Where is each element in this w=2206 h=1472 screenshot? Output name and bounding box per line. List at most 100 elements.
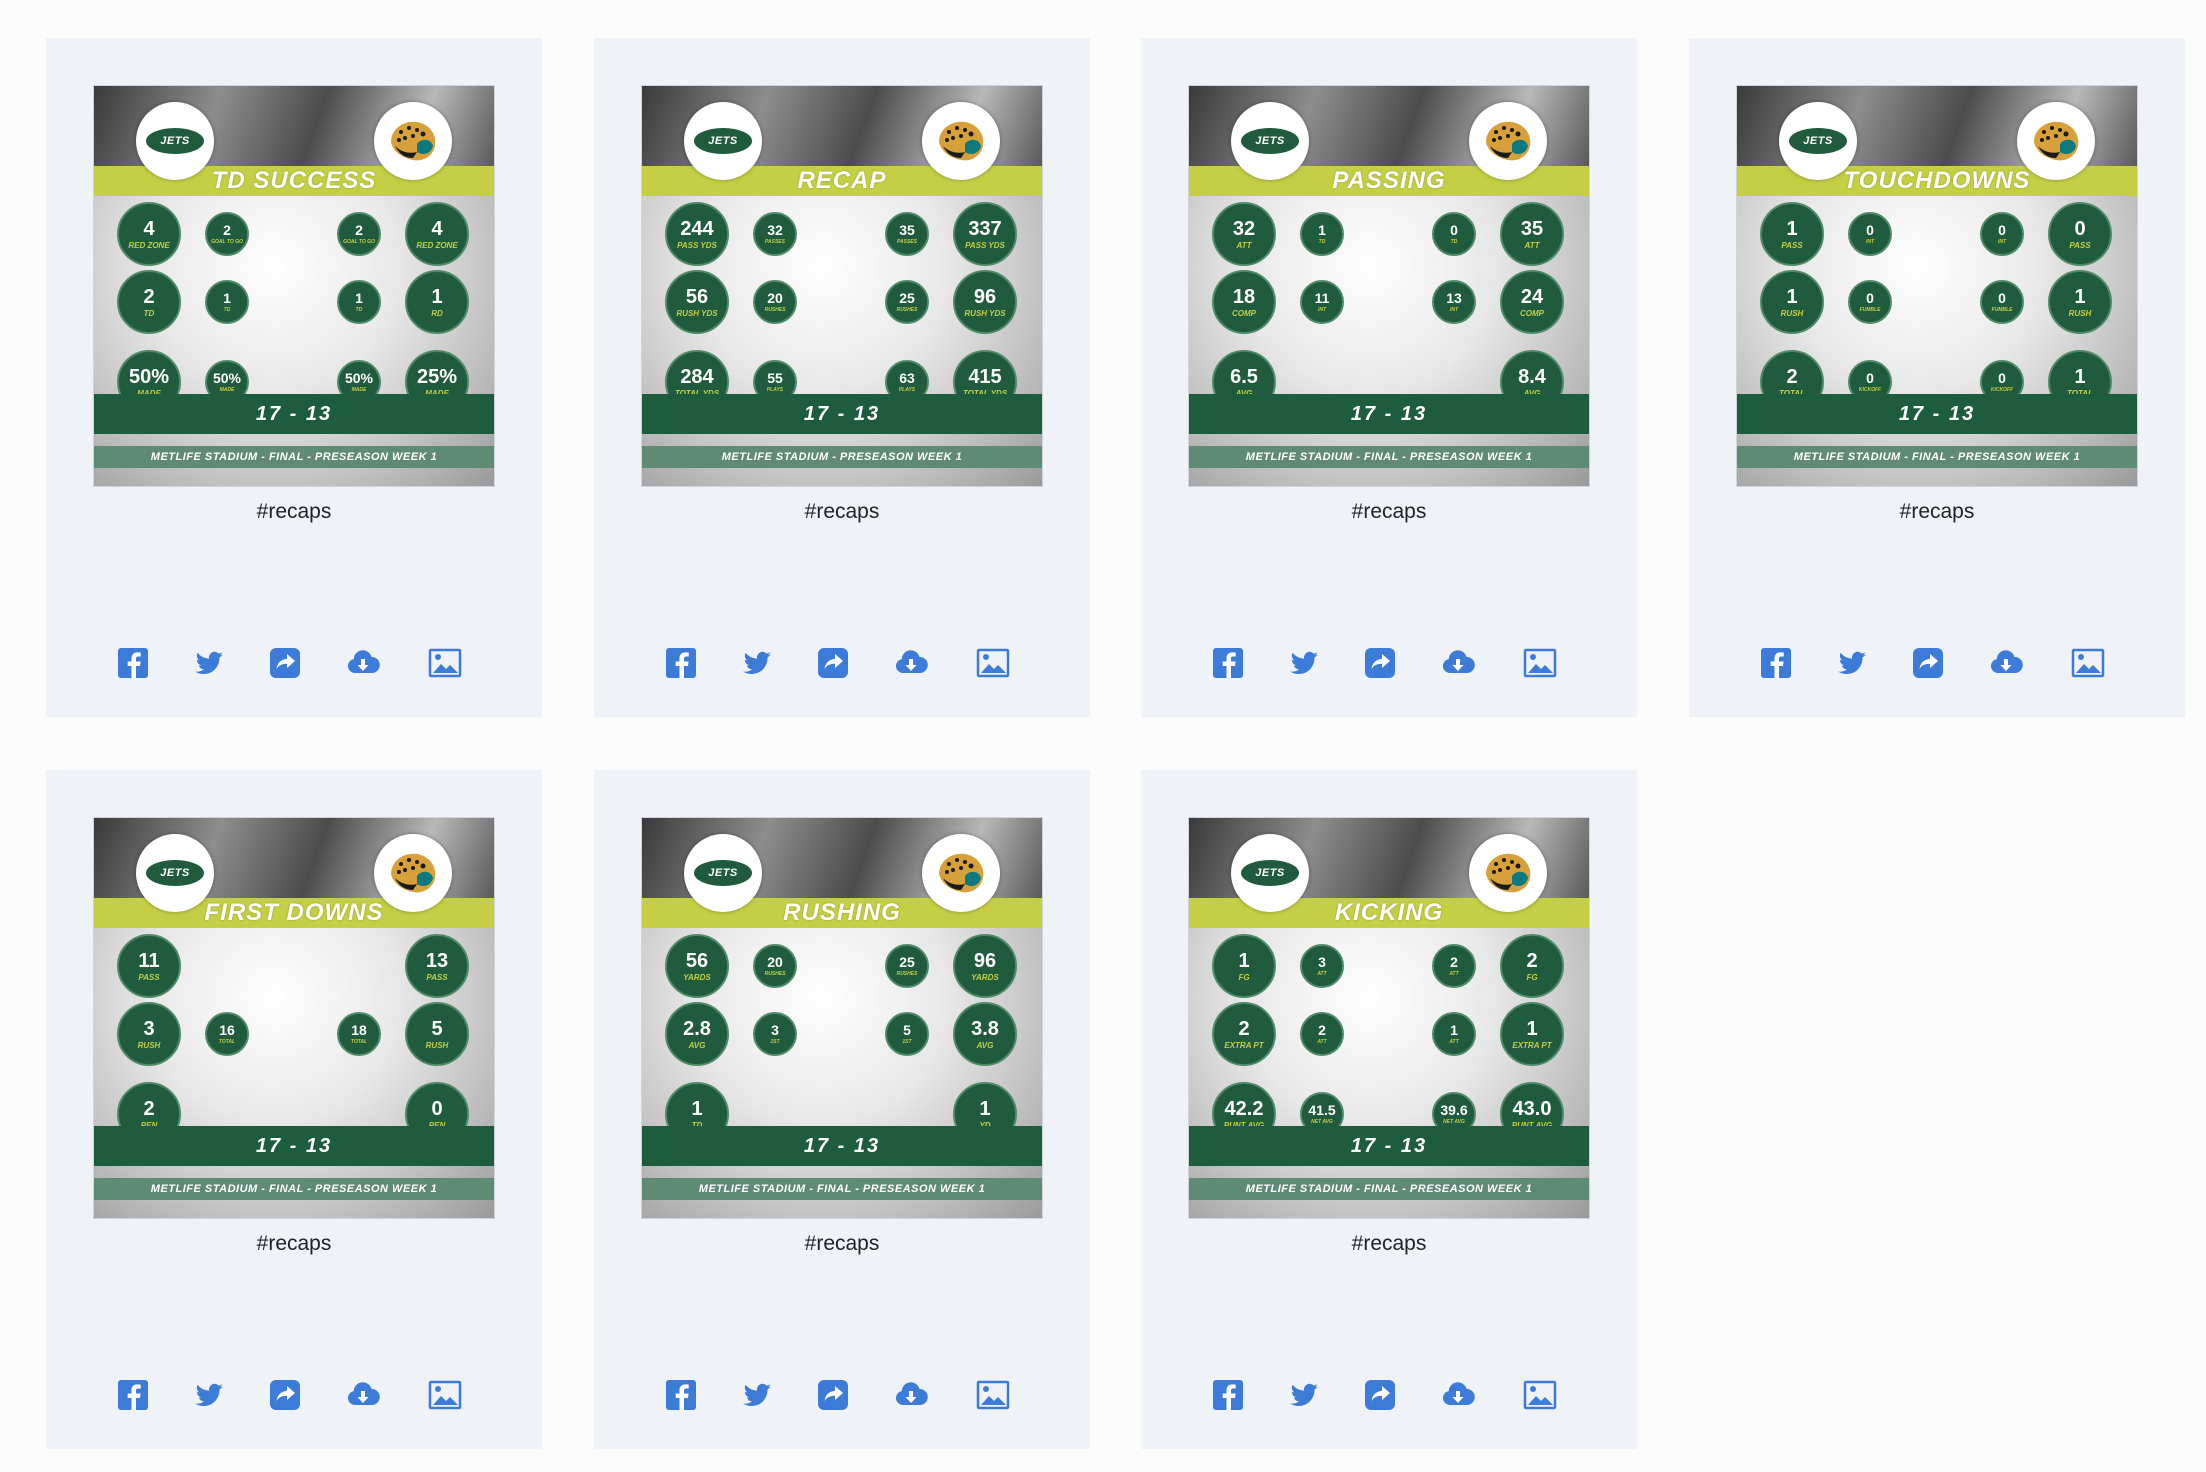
share-button[interactable] xyxy=(1361,1378,1399,1416)
stat-value: 50% xyxy=(344,370,374,386)
twitter-button[interactable] xyxy=(190,1378,228,1416)
stat-value: 24 xyxy=(1520,285,1544,308)
share-icon xyxy=(1911,646,1945,685)
facebook-button[interactable] xyxy=(1757,646,1795,684)
stat-value: 16 xyxy=(219,1022,235,1038)
download-cloud-button[interactable] xyxy=(1439,1378,1477,1416)
recap-card: RUSHING JETS 56 YARDS 20 RUSHES 25 RUSHES 96 YARD… xyxy=(594,770,1090,1449)
stat-value: 3 xyxy=(1318,954,1326,970)
stat-label: ATT xyxy=(1524,240,1540,250)
recap-graphic[interactable]: RECAP JETS 244 PASS YDS 32 PASSES 35 PASSES 337 P… xyxy=(642,86,1042,486)
hashtag-caption[interactable]: #recaps xyxy=(594,1232,1090,1256)
twitter-icon xyxy=(1287,646,1321,685)
hashtag-caption[interactable]: #recaps xyxy=(1141,500,1637,524)
share-button[interactable] xyxy=(266,1378,304,1416)
facebook-button[interactable] xyxy=(114,646,152,684)
stat-value: 2 xyxy=(355,222,363,238)
facebook-button[interactable] xyxy=(662,646,700,684)
stat-circle: 3 ATT xyxy=(1300,944,1344,988)
stat-circle: 56 YARDS xyxy=(665,934,729,998)
share-actions xyxy=(662,646,1032,686)
hashtag-caption[interactable]: #recaps xyxy=(1141,1232,1637,1256)
stat-value: 2 xyxy=(223,222,231,238)
twitter-button[interactable] xyxy=(1285,1378,1323,1416)
recap-graphic[interactable]: TOUCHDOWNS JETS 1 PASS 0 INT 0 INT 0 PASS 1 RUSH 0 FU… xyxy=(1737,86,2137,486)
share-button[interactable] xyxy=(266,646,304,684)
image-button[interactable] xyxy=(974,646,1012,684)
twitter-button[interactable] xyxy=(1285,646,1323,684)
stat-label: YARDS xyxy=(971,972,999,982)
twitter-button[interactable] xyxy=(190,646,228,684)
share-button[interactable] xyxy=(1361,646,1399,684)
download-cloud-button[interactable] xyxy=(344,646,382,684)
stat-label: RUSHES xyxy=(764,307,786,313)
download-cloud-button[interactable] xyxy=(1987,646,2025,684)
recap-graphic[interactable]: RUSHING JETS 56 YARDS 20 RUSHES 25 RUSHES 96 YARD… xyxy=(642,818,1042,1218)
jaguars-logo xyxy=(374,834,452,912)
stat-label: EXTRA PT xyxy=(1224,1040,1264,1050)
stat-circle: 1 RUSH xyxy=(2048,270,2112,334)
share-actions xyxy=(1209,646,1579,686)
stat-circle: 0 TD xyxy=(1432,212,1476,256)
stat-circle: 1 RD xyxy=(405,270,469,334)
download-cloud-button[interactable] xyxy=(892,1378,930,1416)
image-button[interactable] xyxy=(1521,1378,1559,1416)
image-button[interactable] xyxy=(426,646,464,684)
stat-label: 1ST xyxy=(902,1039,912,1045)
hashtag-caption[interactable]: #recaps xyxy=(1689,500,2185,524)
facebook-button[interactable] xyxy=(1209,646,1247,684)
stat-value: 35 xyxy=(1520,217,1544,240)
facebook-button[interactable] xyxy=(662,1378,700,1416)
stat-label: PASS xyxy=(2069,240,2091,250)
stat-label: RUSH xyxy=(1780,308,1804,318)
hashtag-caption[interactable]: #recaps xyxy=(594,500,1090,524)
facebook-button[interactable] xyxy=(114,1378,152,1416)
jets-logo-wordmark: JETS xyxy=(1789,128,1847,154)
recap-graphic[interactable]: KICKING JETS 1 FG 3 ATT 2 ATT 2 FG 2 EXTRA PT 2 ATT 1 A… xyxy=(1189,818,1589,1218)
score-bar: 17 - 13 xyxy=(1189,1126,1589,1166)
twitter-button[interactable] xyxy=(738,1378,776,1416)
download-cloud-icon xyxy=(346,646,380,685)
stat-label: PASS YDS xyxy=(965,240,1005,250)
stat-circle: 13 INT xyxy=(1432,280,1476,324)
recap-graphic[interactable]: PASSING JETS 32 ATT 1 TD 0 TD 35 ATT 18 COMP 11 INT 13… xyxy=(1189,86,1589,486)
stat-label: NET AVG xyxy=(1443,1119,1465,1125)
twitter-button[interactable] xyxy=(738,646,776,684)
stat-label: INT xyxy=(1317,307,1327,313)
image-button[interactable] xyxy=(974,1378,1012,1416)
stat-circle: 5 RUSH xyxy=(405,1002,469,1066)
hashtag-caption[interactable]: #recaps xyxy=(46,1232,542,1256)
share-button[interactable] xyxy=(814,1378,852,1416)
recap-graphic[interactable]: TD SUCCESS JETS 4 RED ZONE 2 GOAL TO GO 2 GOAL … xyxy=(94,86,494,486)
recap-graphic[interactable]: FIRST DOWNS JETS 11 PASS 13 PASS 3 RUSH 16 TOTAL 1… xyxy=(94,818,494,1218)
image-button[interactable] xyxy=(1521,646,1559,684)
share-button[interactable] xyxy=(1909,646,1947,684)
stat-label: KICKOFF xyxy=(1990,387,2014,393)
stat-value: 0 xyxy=(1866,222,1874,238)
twitter-button[interactable] xyxy=(1833,646,1871,684)
jets-logo: JETS xyxy=(1779,102,1857,180)
facebook-button[interactable] xyxy=(1209,1378,1247,1416)
download-cloud-button[interactable] xyxy=(892,646,930,684)
share-button[interactable] xyxy=(814,646,852,684)
image-button[interactable] xyxy=(426,1378,464,1416)
stat-circle: 2 GOAL TO GO xyxy=(205,212,249,256)
stat-value: 0 xyxy=(1866,290,1874,306)
stat-label: COMP xyxy=(1232,308,1256,318)
jets-logo-wordmark: JETS xyxy=(694,128,752,154)
download-cloud-button[interactable] xyxy=(344,1378,382,1416)
stat-label: NET AVG xyxy=(1311,1119,1333,1125)
download-cloud-icon xyxy=(894,1378,928,1417)
stat-value: 96 xyxy=(973,949,997,972)
stat-value: 20 xyxy=(767,290,783,306)
download-cloud-button[interactable] xyxy=(1439,646,1477,684)
share-actions xyxy=(114,1378,484,1418)
share-actions xyxy=(1209,1378,1579,1418)
hashtag-caption[interactable]: #recaps xyxy=(46,500,542,524)
stat-value: 1 xyxy=(691,1097,703,1120)
image-button[interactable] xyxy=(2069,646,2107,684)
stat-label: EXTRA PT xyxy=(1512,1040,1552,1050)
stat-label: RUSH xyxy=(425,1040,449,1050)
stat-label: RUSH YDS xyxy=(964,308,1006,318)
stat-circle: 20 RUSHES xyxy=(753,280,797,324)
